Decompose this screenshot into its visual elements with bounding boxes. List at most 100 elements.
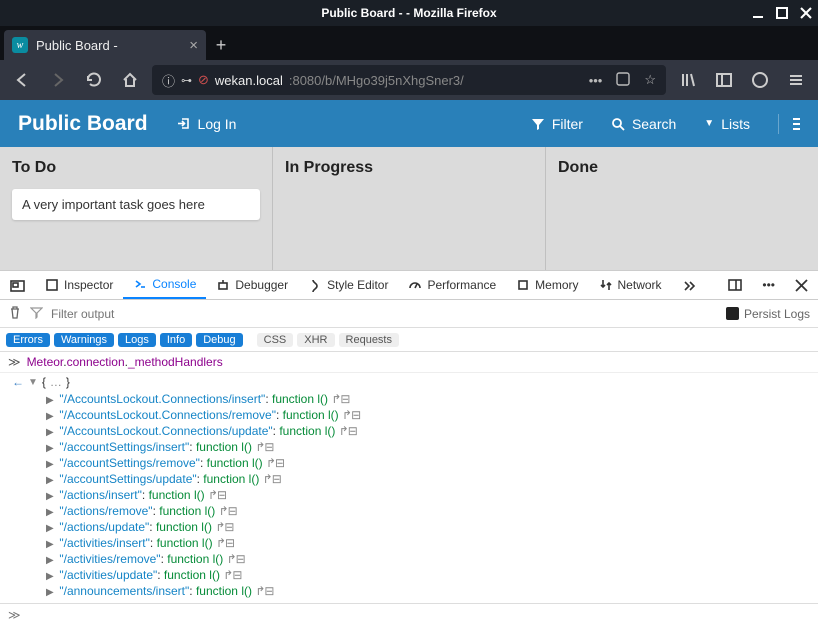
- maximize-button[interactable]: [776, 7, 788, 19]
- pill-xhr[interactable]: XHR: [297, 333, 334, 347]
- jump-to-source-icon[interactable]: ↱⊟: [342, 408, 360, 422]
- jump-to-source-icon[interactable]: ↱⊟: [216, 536, 234, 550]
- twisty-closed-icon[interactable]: ▶: [46, 475, 56, 486]
- tab-close-icon[interactable]: ×: [189, 38, 198, 53]
- object-entry[interactable]: ▶ "/AccountsLockout.Connections/update":…: [46, 423, 818, 439]
- filter-icon: [531, 117, 545, 131]
- object-entry[interactable]: ▶ "/accountSettings/remove": function l(…: [46, 455, 818, 471]
- object-entry[interactable]: ▶ "/AccountsLockout.Connections/remove":…: [46, 407, 818, 423]
- jump-to-source-icon[interactable]: ↱⊟: [331, 392, 349, 406]
- pill-css[interactable]: CSS: [257, 333, 294, 347]
- jump-to-source-icon[interactable]: ↱⊟: [208, 488, 226, 502]
- home-button[interactable]: [116, 66, 144, 94]
- object-entry[interactable]: ▶ "/activities/remove": function l() ↱⊟: [46, 551, 818, 567]
- pill-debug[interactable]: Debug: [196, 333, 242, 347]
- new-tab-button[interactable]: +: [206, 30, 236, 60]
- browser-tab[interactable]: w Public Board - ×: [4, 30, 206, 60]
- close-button[interactable]: [800, 7, 812, 19]
- url-bar[interactable]: ⓘ ⊶ ⊘ wekan.local:8080/b/MHgo39j5nXhgSne…: [152, 65, 666, 95]
- twisty-closed-icon[interactable]: ▶: [46, 507, 56, 518]
- twisty-closed-icon[interactable]: ▶: [46, 523, 56, 534]
- persist-logs-checkbox[interactable]: [726, 307, 739, 320]
- console-input[interactable]: ≫: [0, 603, 818, 625]
- object-entry[interactable]: ▶ "/announcements/insert": function l() …: [46, 583, 818, 599]
- twisty-open-icon[interactable]: ▼: [28, 377, 38, 388]
- console-result-root[interactable]: ← ▼ {…}: [12, 373, 818, 391]
- list-done[interactable]: Done: [546, 147, 818, 270]
- object-entry[interactable]: ▶ "/actions/remove": function l() ↱⊟: [46, 503, 818, 519]
- minimize-button[interactable]: [752, 7, 764, 19]
- card[interactable]: A very important task goes here: [12, 189, 260, 220]
- twisty-closed-icon[interactable]: ▶: [46, 555, 56, 566]
- pill-requests[interactable]: Requests: [339, 333, 399, 347]
- twisty-closed-icon[interactable]: ▶: [46, 539, 56, 550]
- tab-console[interactable]: Console: [123, 271, 206, 299]
- tab-inspector[interactable]: Inspector: [35, 271, 123, 299]
- lists-button[interactable]: ▼ Lists: [704, 116, 750, 132]
- login-button[interactable]: Log In: [176, 116, 237, 132]
- brace: {: [42, 375, 46, 389]
- twisty-closed-icon[interactable]: ▶: [46, 571, 56, 582]
- jump-to-source-icon[interactable]: ↱⊟: [255, 440, 273, 454]
- object-entry[interactable]: ▶ "/actions/update": function l() ↱⊟: [46, 519, 818, 535]
- console-output[interactable]: ≫ Meteor.connection._methodHandlers ← ▼ …: [0, 352, 818, 625]
- twisty-closed-icon[interactable]: ▶: [46, 459, 56, 470]
- devtools-close-icon[interactable]: [785, 271, 818, 299]
- menu-icon[interactable]: [782, 66, 810, 94]
- reload-button[interactable]: [80, 66, 108, 94]
- jump-to-source-icon[interactable]: ↱⊟: [215, 520, 233, 534]
- devtools-menu-icon[interactable]: •••: [752, 271, 785, 299]
- object-entry[interactable]: ▶ "/actions/insert": function l() ↱⊟: [46, 487, 818, 503]
- tabs-overflow-icon[interactable]: [672, 271, 706, 299]
- search-button[interactable]: Search: [611, 116, 676, 132]
- info-icon[interactable]: ⓘ: [162, 71, 175, 90]
- clear-console-icon[interactable]: [8, 305, 22, 322]
- tab-network[interactable]: Network: [589, 271, 672, 299]
- page-actions-icon[interactable]: •••: [589, 73, 603, 88]
- pill-errors[interactable]: Errors: [6, 333, 50, 347]
- bookmark-icon[interactable]: ☆: [644, 72, 656, 88]
- reader-icon[interactable]: [616, 72, 630, 89]
- object-entry[interactable]: ▶ "/AccountsLockout.Connections/insert":…: [46, 391, 818, 407]
- jump-to-source-icon[interactable]: ↱⊟: [266, 456, 284, 470]
- object-entry[interactable]: ▶ "/activities/update": function l() ↱⊟: [46, 567, 818, 583]
- jump-to-source-icon[interactable]: ↱⊟: [223, 568, 241, 582]
- profile-icon[interactable]: [746, 66, 774, 94]
- iframe-picker-icon[interactable]: [0, 271, 35, 299]
- pill-info[interactable]: Info: [160, 333, 192, 347]
- board-menu-button[interactable]: [778, 114, 800, 134]
- jump-to-source-icon[interactable]: ↱⊟: [255, 584, 273, 598]
- jump-to-source-icon[interactable]: ↱⊟: [263, 472, 281, 486]
- twisty-closed-icon[interactable]: ▶: [46, 411, 56, 422]
- tab-debugger[interactable]: Debugger: [206, 271, 298, 299]
- funnel-icon: [30, 306, 43, 322]
- object-entry[interactable]: ▶ "/accountSettings/update": function l(…: [46, 471, 818, 487]
- list-todo[interactable]: To Do A very important task goes here: [0, 147, 273, 270]
- object-entry[interactable]: ▶ "/activities/insert": function l() ↱⊟: [46, 535, 818, 551]
- jump-to-source-icon[interactable]: ↱⊟: [219, 504, 237, 518]
- list-title: In Progress: [285, 159, 533, 177]
- twisty-closed-icon[interactable]: ▶: [46, 491, 56, 502]
- twisty-closed-icon[interactable]: ▶: [46, 443, 56, 454]
- jump-to-source-icon[interactable]: ↱⊟: [339, 424, 357, 438]
- back-button[interactable]: [8, 66, 36, 94]
- dock-side-icon[interactable]: [718, 271, 752, 299]
- twisty-closed-icon[interactable]: ▶: [46, 587, 56, 598]
- twisty-closed-icon[interactable]: ▶: [46, 427, 56, 438]
- tab-performance[interactable]: Performance: [398, 271, 506, 299]
- jump-to-source-icon[interactable]: ↱⊟: [227, 552, 245, 566]
- sidebar-icon[interactable]: [710, 66, 738, 94]
- tab-style-editor[interactable]: Style Editor: [298, 271, 398, 299]
- forward-button[interactable]: [44, 66, 72, 94]
- console-filter-input[interactable]: [51, 307, 251, 321]
- board-title[interactable]: Public Board: [18, 112, 148, 136]
- filter-button[interactable]: Filter: [531, 116, 583, 132]
- tab-memory[interactable]: Memory: [506, 271, 588, 299]
- twisty-closed-icon[interactable]: ▶: [46, 395, 56, 406]
- library-icon[interactable]: [674, 66, 702, 94]
- pill-warnings[interactable]: Warnings: [54, 333, 114, 347]
- pill-logs[interactable]: Logs: [118, 333, 156, 347]
- list-inprogress[interactable]: In Progress: [273, 147, 546, 270]
- entry-value: function l(): [196, 440, 252, 454]
- object-entry[interactable]: ▶ "/accountSettings/insert": function l(…: [46, 439, 818, 455]
